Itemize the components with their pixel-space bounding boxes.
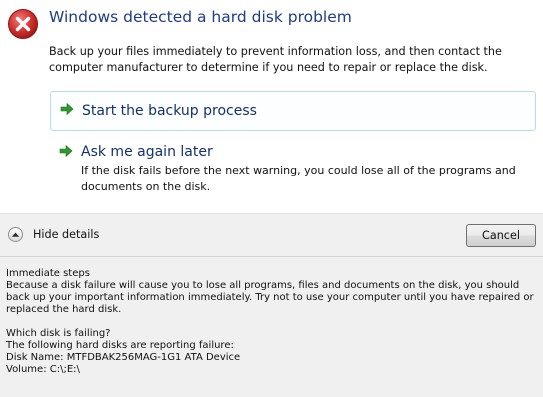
cancel-button[interactable]: Cancel <box>466 224 536 247</box>
immediate-steps-text: Because a disk failure will cause you to… <box>6 280 534 315</box>
disk-name: Disk Name: MTFDBAK256MAG-1G1 ATA Device <box>6 352 241 363</box>
hide-details-label[interactable]: Hide details <box>33 228 99 241</box>
green-arrow-icon <box>60 102 74 116</box>
start-backup-label: Start the backup process <box>82 103 257 119</box>
chevron-up-icon[interactable] <box>8 226 23 242</box>
disk-problem-dialog: Windows detected a hard disk problem Bac… <box>0 0 543 397</box>
ask-later-label: Ask me again later <box>81 144 213 160</box>
volume: Volume: C:\;E:\ <box>6 364 80 375</box>
details-text: Immediate steps Because a disk failure w… <box>6 268 536 376</box>
dialog-footer: Hide details Cancel <box>0 213 543 256</box>
start-backup-command[interactable]: Start the backup process <box>50 91 536 131</box>
ask-later-command[interactable]: Ask me again later If the disk fails bef… <box>50 140 536 198</box>
green-arrow-icon <box>59 144 73 158</box>
main-content: Windows detected a hard disk problem Bac… <box>0 0 543 213</box>
hide-details-toggle[interactable]: Hide details <box>8 224 99 244</box>
ask-later-description: If the disk fails before the next warnin… <box>81 164 516 193</box>
dialog-title: Windows detected a hard disk problem <box>49 8 352 26</box>
reporting-text: The following hard disks are reporting f… <box>6 340 234 351</box>
dialog-message: Back up your files immediately to preven… <box>49 45 502 74</box>
error-icon <box>8 9 38 39</box>
details-panel: Immediate steps Because a disk failure w… <box>0 256 543 397</box>
immediate-steps-heading: Immediate steps <box>6 268 90 279</box>
which-disk-heading: Which disk is failing? <box>6 328 111 339</box>
